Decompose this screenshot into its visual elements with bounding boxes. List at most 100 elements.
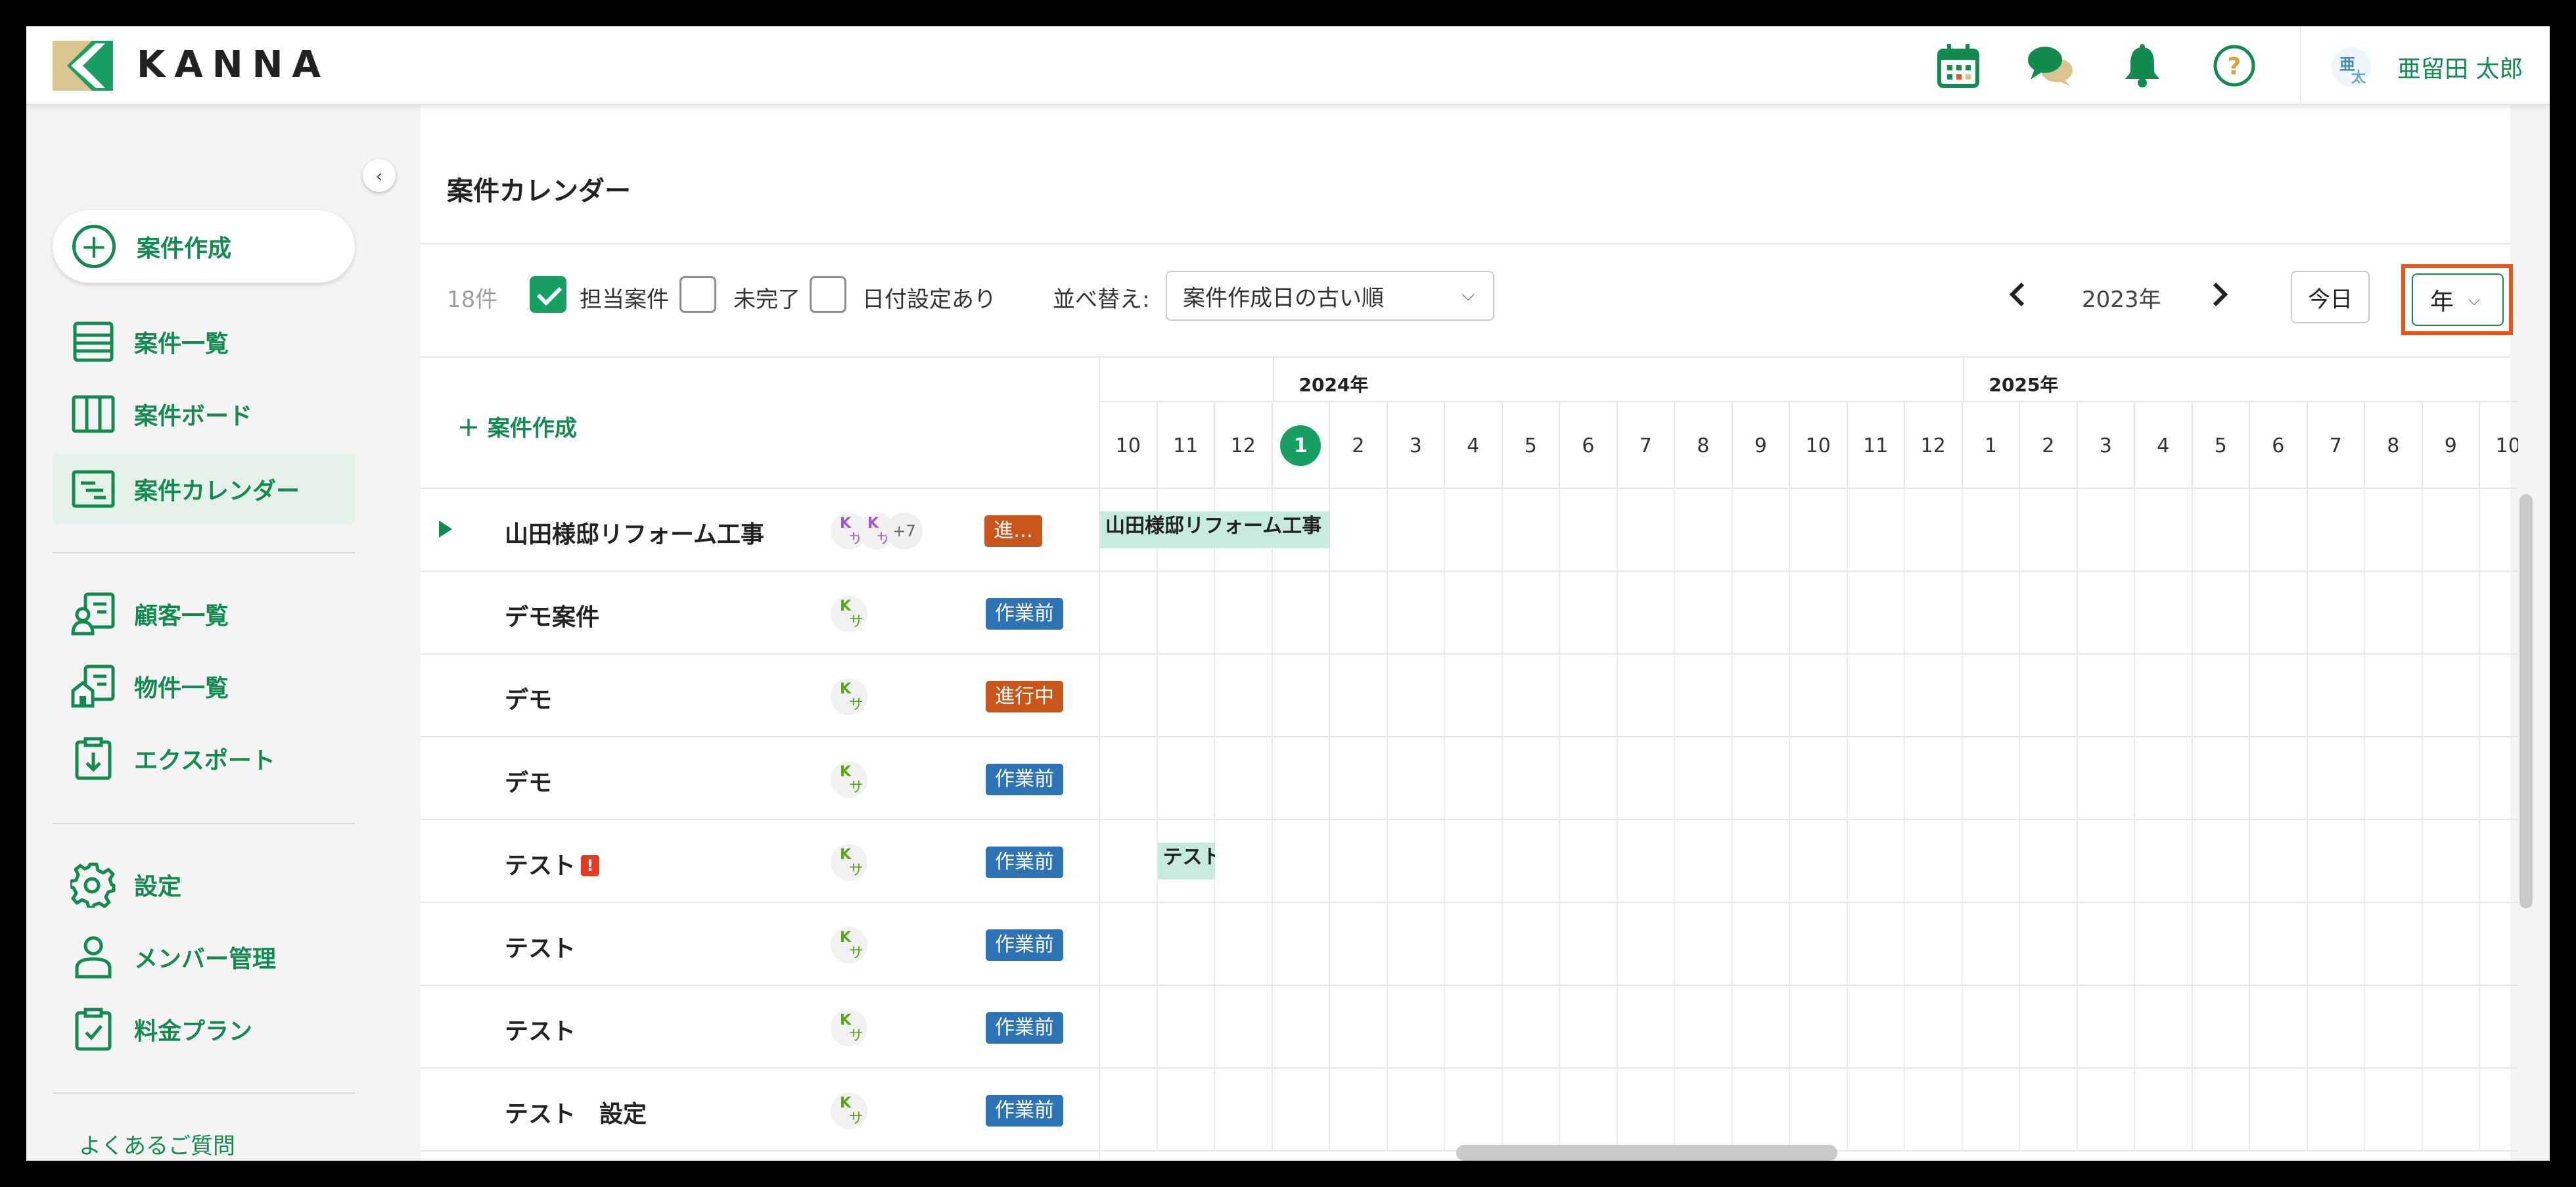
project-row[interactable]: デモ K サ 進行中 bbox=[421, 655, 1099, 737]
month-label: 1 bbox=[1984, 434, 1997, 457]
project-name[interactable]: デモ bbox=[505, 681, 552, 715]
kanna-logo bbox=[53, 41, 113, 91]
grid-column-line bbox=[2019, 489, 2020, 1152]
view-mode-select[interactable]: 年 ⌵ bbox=[2412, 273, 2504, 326]
assignee-avatar[interactable]: Kサ bbox=[831, 1092, 867, 1129]
page-title: 案件カレンダー bbox=[447, 176, 631, 206]
grid-row-line bbox=[1100, 653, 2518, 655]
project-timeline-bar[interactable]: 山田様邸リフォーム工事 bbox=[1100, 511, 1330, 548]
month-cell: 11 bbox=[1848, 402, 1905, 489]
year-separator bbox=[1272, 358, 1274, 402]
project-row[interactable]: テスト K サ 作業前 bbox=[421, 903, 1099, 986]
create-project-button[interactable]: + 案件作成 bbox=[53, 210, 355, 283]
project-row[interactable]: 山田様邸リフォーム工事 K サ K サ +7 進… bbox=[421, 489, 1099, 572]
incomplete-filter-checkbox[interactable] bbox=[679, 276, 716, 313]
grid-column-line bbox=[1846, 489, 1848, 1152]
grid-column-line bbox=[1616, 489, 1618, 1152]
chevron-left-icon bbox=[2010, 282, 2025, 307]
collapse-sidebar-button[interactable]: ‹ bbox=[363, 159, 396, 192]
assignee-avatar[interactable]: Kサ bbox=[831, 1010, 867, 1046]
month-cell: 6 bbox=[2250, 402, 2308, 489]
month-label: 5 bbox=[2214, 434, 2227, 457]
month-cell: 4 bbox=[2135, 402, 2193, 489]
assigned-filter-checkbox[interactable] bbox=[530, 276, 566, 313]
sidebar-item-project-calendar[interactable]: 案件カレンダー bbox=[53, 454, 355, 524]
project-name[interactable]: 山田様邸リフォーム工事 bbox=[505, 515, 764, 549]
sidebar-item-customers[interactable]: 顧客一覧 bbox=[53, 578, 355, 649]
project-name[interactable]: テスト bbox=[505, 1012, 576, 1046]
assignee-avatar[interactable]: Kサ bbox=[831, 844, 867, 881]
assignee-avatar[interactable]: Kサ bbox=[831, 678, 867, 715]
sidebar-item-project-board[interactable]: 案件ボード bbox=[53, 379, 355, 450]
sidebar-item-label: 案件ボード bbox=[134, 403, 253, 430]
project-row[interactable]: デモ K サ 作業前 bbox=[421, 737, 1099, 820]
grid-column-line bbox=[2479, 489, 2480, 1152]
status-badge: 作業前 bbox=[986, 929, 1063, 961]
sidebar-divider bbox=[53, 823, 355, 824]
project-row[interactable]: テスト 設定 K サ 作業前 bbox=[421, 1069, 1099, 1152]
assignee-avatar[interactable]: Kサ bbox=[831, 927, 867, 964]
bell-icon[interactable] bbox=[2116, 39, 2169, 92]
sidebar-divider bbox=[53, 1092, 355, 1094]
chat-icon[interactable] bbox=[2024, 39, 2077, 92]
month-cell: 6 bbox=[1560, 402, 1618, 489]
user-name[interactable]: 亜留田 太郎 bbox=[2397, 50, 2523, 84]
sidebar-item-export[interactable]: エクスポート bbox=[53, 723, 355, 794]
month-cell: 5 bbox=[2193, 402, 2250, 489]
date-set-filter-label: 日付設定あり bbox=[862, 287, 996, 313]
calendar-grid: 2024年 2025年 10 11 12 1 2 3 4 5 6 7 8 9 10 11 12 1 2 3 4 5 6 7 8… bbox=[1099, 358, 2518, 1161]
project-name[interactable]: テスト! bbox=[505, 847, 600, 881]
project-timeline-bar[interactable]: テスト bbox=[1157, 843, 1215, 879]
sort-select[interactable]: 案件作成日の古い順 ⌵ bbox=[1166, 271, 1494, 321]
prev-year-button[interactable] bbox=[1998, 273, 2037, 315]
sidebar-item-label: 物件一覧 bbox=[134, 675, 229, 702]
next-year-button[interactable] bbox=[2200, 273, 2240, 315]
project-row[interactable]: テスト! K サ 作業前 bbox=[421, 820, 1099, 903]
avatar-initial: サ bbox=[849, 780, 864, 796]
filter-toolbar: 18件 担当案件 未完了 日付設定あり 並べ替え: 案件作成日の古い順 ⌵ 20… bbox=[421, 244, 2513, 358]
property-icon bbox=[68, 661, 118, 711]
add-project-link[interactable]: ＋ 案件作成 bbox=[457, 410, 577, 442]
horizontal-scrollbar[interactable] bbox=[1456, 1145, 1837, 1161]
sidebar-item-settings[interactable]: 設定 bbox=[53, 849, 355, 920]
month-cell: 12 bbox=[1905, 402, 1963, 489]
sidebar-item-pricing[interactable]: 料金プラン bbox=[53, 994, 355, 1065]
project-name[interactable]: テスト 設定 bbox=[505, 1095, 647, 1129]
assignee-avatar[interactable]: Kサ bbox=[831, 595, 867, 632]
avatar-initial: サ bbox=[849, 1028, 864, 1044]
project-row[interactable]: テスト K サ 作業前 bbox=[421, 986, 1099, 1069]
grid-column-line bbox=[1731, 489, 1733, 1152]
project-name[interactable]: テスト bbox=[505, 929, 576, 964]
date-set-filter-checkbox[interactable] bbox=[810, 276, 846, 313]
more-assignees-badge[interactable]: +7 bbox=[886, 513, 923, 549]
sidebar-item-label: 設定 bbox=[134, 873, 182, 900]
faq-link[interactable]: よくあるご質問 bbox=[79, 1128, 235, 1160]
user-avatar[interactable]: 亜 太 bbox=[2332, 47, 2371, 87]
vertical-scrollbar[interactable] bbox=[2519, 494, 2533, 908]
today-button[interactable]: 今日 bbox=[2291, 271, 2370, 323]
project-name[interactable]: デモ案件 bbox=[505, 598, 599, 632]
grid-column-line bbox=[2306, 489, 2308, 1152]
year-label: 2024年 bbox=[1299, 374, 1369, 396]
grid-column-line bbox=[1904, 489, 1905, 1152]
month-label: 6 bbox=[1582, 434, 1595, 457]
list-icon bbox=[68, 317, 118, 367]
sidebar-item-members[interactable]: メンバー管理 bbox=[53, 921, 355, 992]
avatar-initial: サ bbox=[849, 614, 864, 630]
project-name[interactable]: デモ bbox=[505, 764, 552, 798]
month-cell: 5 bbox=[1503, 402, 1560, 489]
month-label: 11 bbox=[1863, 434, 1889, 457]
grid-row-line bbox=[1100, 985, 2518, 986]
customer-icon bbox=[68, 589, 118, 639]
help-icon[interactable]: ? bbox=[2208, 39, 2261, 92]
project-row[interactable]: デモ案件 K サ 作業前 bbox=[421, 572, 1099, 655]
sidebar-item-project-list[interactable]: 案件一覧 bbox=[53, 306, 355, 377]
month-label: 3 bbox=[1409, 434, 1422, 457]
plan-icon bbox=[68, 1004, 118, 1054]
svg-text:?: ? bbox=[2228, 53, 2242, 80]
month-cell: 10 bbox=[1790, 402, 1848, 489]
assignee-avatar[interactable]: Kサ bbox=[831, 761, 867, 798]
sidebar-item-properties[interactable]: 物件一覧 bbox=[53, 651, 355, 722]
expand-triangle-icon[interactable] bbox=[439, 521, 452, 538]
calendar-icon[interactable] bbox=[1932, 39, 1985, 92]
